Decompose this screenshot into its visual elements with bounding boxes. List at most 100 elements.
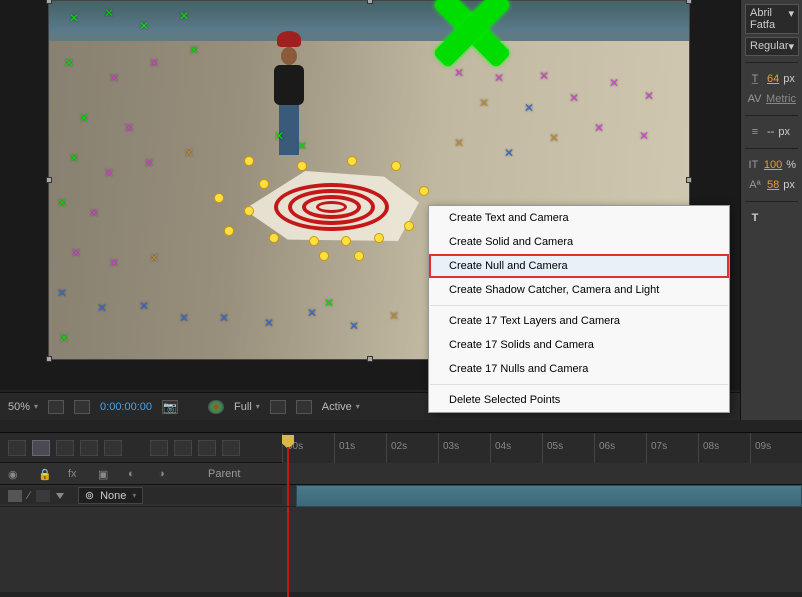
track-point[interactable] bbox=[297, 161, 307, 171]
chevron-down-icon[interactable] bbox=[56, 493, 64, 499]
roi-icon[interactable] bbox=[270, 400, 286, 414]
track-point[interactable] bbox=[419, 186, 429, 196]
transparency-grid-icon[interactable] bbox=[296, 400, 312, 414]
track-cross[interactable]: ✕ bbox=[549, 131, 559, 141]
track-cross[interactable]: ✕ bbox=[524, 101, 534, 111]
channel-icon[interactable] bbox=[208, 400, 224, 414]
track-cross[interactable]: ✕ bbox=[104, 6, 114, 16]
parent-dropdown[interactable]: ⊚None bbox=[78, 487, 144, 504]
track-cross[interactable]: ✕ bbox=[609, 76, 619, 86]
3d-col-icon[interactable]: ◐ bbox=[128, 468, 142, 480]
selection-handle[interactable] bbox=[46, 0, 52, 4]
track-point[interactable] bbox=[309, 236, 319, 246]
selection-handle[interactable] bbox=[367, 356, 373, 362]
track-point[interactable] bbox=[374, 233, 384, 243]
track-cross[interactable]: ✕ bbox=[389, 309, 399, 319]
kerning-value[interactable]: Metric bbox=[766, 93, 796, 105]
font-family-dropdown[interactable]: Abril Fatfa▾ bbox=[745, 4, 799, 34]
ctx-create-solid-camera[interactable]: Create Solid and Camera bbox=[429, 230, 729, 254]
track-cross[interactable]: ✕ bbox=[104, 166, 114, 176]
timecode-display[interactable]: 0:00:00:00 bbox=[100, 401, 152, 413]
track-cross[interactable]: ✕ bbox=[139, 299, 149, 309]
ctx-create-17-solids[interactable]: Create 17 Solids and Camera bbox=[429, 333, 729, 357]
layer-duration-bar[interactable] bbox=[296, 485, 802, 507]
shy-col-icon[interactable]: ▣ bbox=[98, 468, 112, 480]
track-cross[interactable]: ✕ bbox=[69, 151, 79, 161]
av-col-icon[interactable]: ◉ bbox=[8, 468, 22, 480]
track-cross[interactable]: ✕ bbox=[504, 146, 514, 156]
tl-tool-8[interactable] bbox=[198, 440, 216, 456]
track-cross[interactable]: ✕ bbox=[569, 91, 579, 101]
track-point[interactable] bbox=[269, 233, 279, 243]
ctx-create-shadow-catcher[interactable]: Create Shadow Catcher, Camera and Light bbox=[429, 278, 729, 302]
track-point[interactable] bbox=[224, 226, 234, 236]
track-cross[interactable]: ✕ bbox=[297, 139, 307, 149]
layer-switch[interactable] bbox=[36, 490, 50, 502]
camera-dropdown[interactable]: Active bbox=[322, 401, 360, 413]
track-point[interactable] bbox=[347, 156, 357, 166]
zoom-dropdown[interactable]: 50% bbox=[8, 401, 38, 413]
track-point[interactable] bbox=[259, 179, 269, 189]
bold-toggle[interactable]: T bbox=[747, 211, 763, 225]
tl-tool-1[interactable] bbox=[8, 440, 26, 456]
ctx-create-17-nulls[interactable]: Create 17 Nulls and Camera bbox=[429, 357, 729, 381]
track-point[interactable] bbox=[354, 251, 364, 261]
tl-tool-6[interactable] bbox=[150, 440, 168, 456]
ctx-create-null-camera[interactable]: Create Null and Camera bbox=[429, 254, 729, 278]
track-cross[interactable]: ✕ bbox=[64, 56, 74, 66]
track-cross[interactable]: ✕ bbox=[79, 111, 89, 121]
track-point[interactable] bbox=[244, 206, 254, 216]
ctx-create-17-text[interactable]: Create 17 Text Layers and Camera bbox=[429, 309, 729, 333]
track-cross[interactable]: ✕ bbox=[179, 311, 189, 321]
track-cross[interactable]: ✕ bbox=[109, 71, 119, 81]
track-cross[interactable]: ✕ bbox=[189, 43, 199, 53]
track-cross[interactable]: ✕ bbox=[274, 129, 284, 139]
vscale-value[interactable]: 100 bbox=[764, 159, 782, 171]
track-cross[interactable]: ✕ bbox=[71, 246, 81, 256]
track-cross[interactable]: ✕ bbox=[179, 9, 189, 19]
snapshot-icon[interactable]: 📷 bbox=[162, 400, 178, 414]
selection-handle[interactable] bbox=[686, 177, 692, 183]
track-cross[interactable]: ✕ bbox=[307, 306, 317, 316]
leading-value[interactable]: -- bbox=[767, 126, 774, 138]
track-cross[interactable]: ✕ bbox=[124, 121, 134, 131]
track-cross[interactable]: ✕ bbox=[264, 316, 274, 326]
mb-col-icon[interactable]: ◑ bbox=[158, 468, 172, 480]
ctx-delete-points[interactable]: Delete Selected Points bbox=[429, 388, 729, 412]
track-cross[interactable]: ✕ bbox=[644, 89, 654, 99]
resolution-dropdown[interactable]: Full bbox=[234, 401, 260, 413]
layer-color-swatch[interactable] bbox=[8, 490, 22, 502]
font-style-dropdown[interactable]: Regular▾ bbox=[745, 37, 799, 56]
tl-tool-5[interactable] bbox=[104, 440, 122, 456]
track-cross[interactable]: ✕ bbox=[494, 71, 504, 81]
track-cross[interactable]: ✕ bbox=[324, 296, 334, 306]
grid-icon[interactable] bbox=[48, 400, 64, 414]
label-col-icon[interactable]: fx bbox=[68, 468, 82, 480]
guides-icon[interactable] bbox=[74, 400, 90, 414]
track-cross[interactable]: ✕ bbox=[69, 11, 79, 21]
track-cross[interactable]: ✕ bbox=[59, 331, 69, 341]
track-cross[interactable]: ✕ bbox=[479, 96, 489, 106]
track-cross[interactable]: ✕ bbox=[454, 66, 464, 76]
selection-handle[interactable] bbox=[46, 177, 52, 183]
track-cross[interactable]: ✕ bbox=[97, 301, 107, 311]
track-cross[interactable]: ✕ bbox=[144, 156, 154, 166]
track-cross[interactable]: ✕ bbox=[149, 56, 159, 66]
tl-tool-9[interactable] bbox=[222, 440, 240, 456]
track-cross[interactable]: ✕ bbox=[639, 129, 649, 139]
track-cross[interactable]: ✕ bbox=[89, 206, 99, 216]
track-cross[interactable]: ✕ bbox=[109, 256, 119, 266]
track-point[interactable] bbox=[214, 193, 224, 203]
tl-tool-4[interactable] bbox=[80, 440, 98, 456]
track-point[interactable] bbox=[404, 221, 414, 231]
layer-row[interactable]: ∕ ⊚None bbox=[0, 485, 802, 507]
track-cross[interactable]: ✕ bbox=[149, 251, 159, 261]
font-size-value[interactable]: 64 bbox=[767, 73, 779, 85]
track-cross[interactable]: ✕ bbox=[57, 286, 67, 296]
track-point[interactable] bbox=[319, 251, 329, 261]
selection-handle[interactable] bbox=[686, 0, 692, 4]
track-point[interactable] bbox=[341, 236, 351, 246]
track-point[interactable] bbox=[391, 161, 401, 171]
ctx-create-text-camera[interactable]: Create Text and Camera bbox=[429, 206, 729, 230]
track-cross[interactable]: ✕ bbox=[539, 69, 549, 79]
